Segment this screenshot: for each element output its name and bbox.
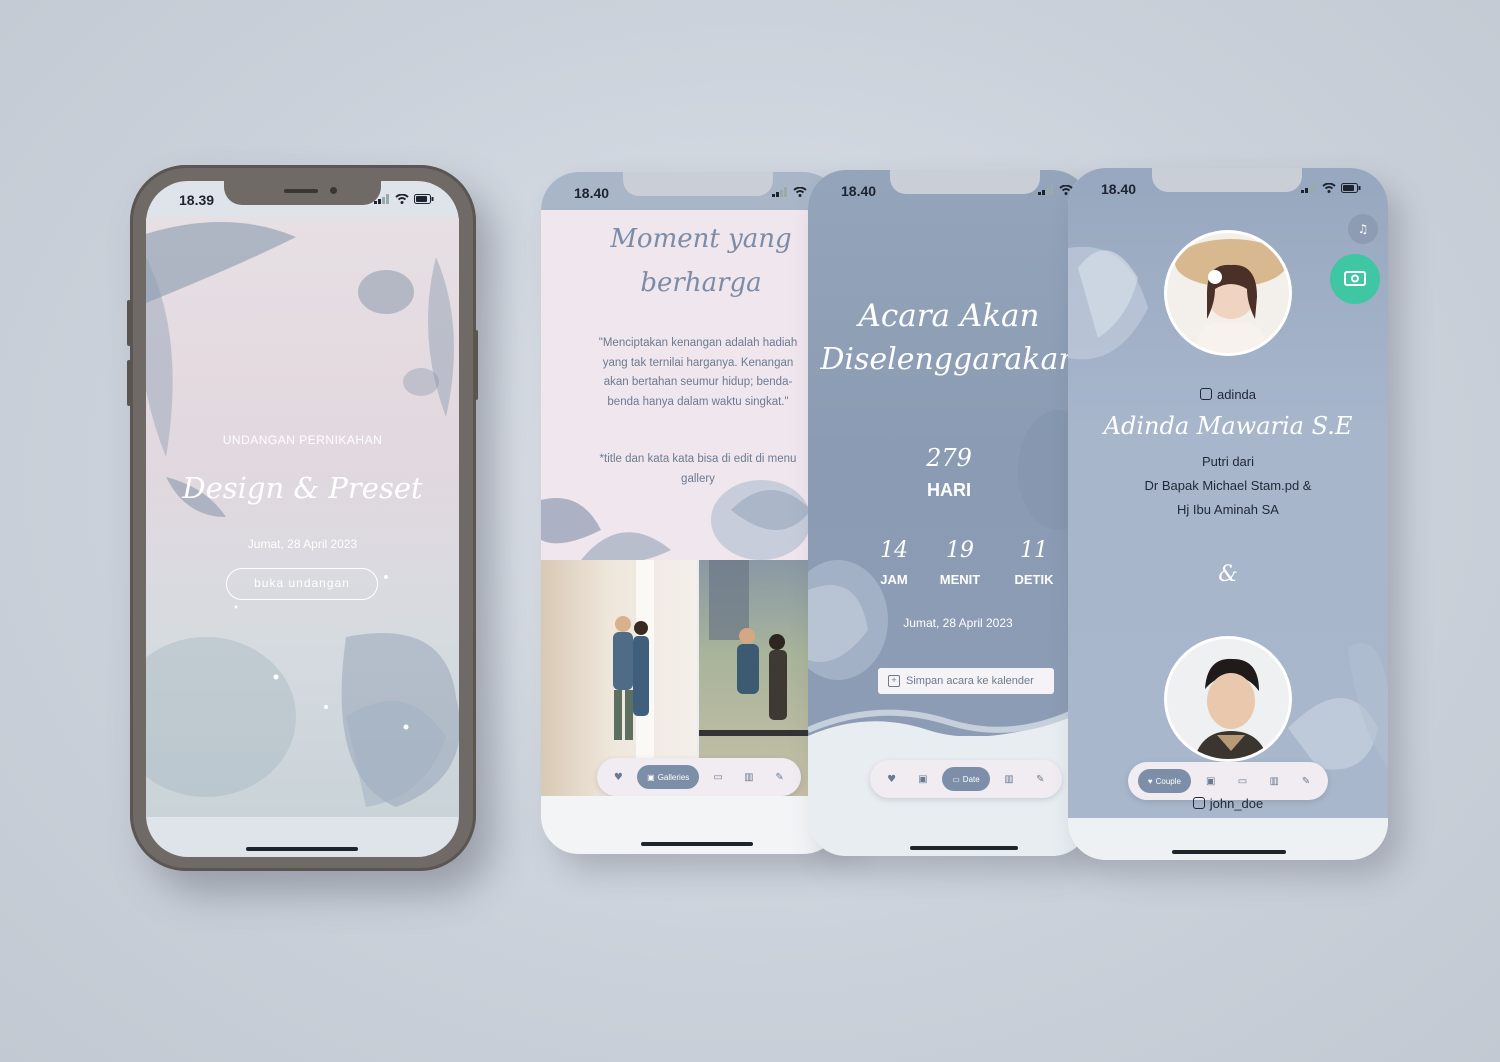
days-value: 279 [926,444,972,472]
nav-couple[interactable]: ♥ Couple [1137,769,1191,793]
calendar-add-icon: + [888,675,900,687]
nav-couple-label: Couple [1155,776,1181,786]
columns-icon[interactable]: ▥ [737,765,761,789]
event-date: Jumat, 28 April 2023 [903,616,1013,630]
groom-instagram[interactable]: john_doe [1068,796,1388,811]
bottom-navbar: ♥ Couple ▣ ▭ ▥ ✎ [1128,762,1328,800]
edit-icon[interactable]: ✎ [1294,769,1318,793]
countdown-decoration [808,410,1090,856]
status-icons [772,187,807,197]
wifi-icon [793,187,807,197]
minutes-value: 19 [946,538,974,563]
heart-icon[interactable]: ♥ [606,765,630,789]
home-indicator [910,846,1018,850]
home-indicator [641,842,753,846]
gallery-icon: ▣ [647,772,655,782]
hours-label: JAM [880,572,908,587]
bride-child-of: Putri dari [1201,454,1255,469]
open-invitation-button[interactable]: buka undangan [226,568,378,600]
gallery-icon[interactable]: ▣ [911,767,935,791]
signal-icon [772,187,787,197]
moment-title-line1: Moment yang [610,224,792,254]
groom-instagram-handle: john_doe [1209,796,1264,811]
watercolor-background [146,217,459,817]
nav-galleries[interactable]: ▣ Galleries [637,765,700,789]
music-icon[interactable]: ♫ [1348,214,1378,244]
bride-instagram[interactable]: adinda [1068,387,1388,402]
phone-2-screen: 18.40 Moment yang berharga "Menciptakan … [541,172,841,854]
bride-avatar [1164,230,1292,356]
gallery-icon[interactable]: ▣ [1199,769,1223,793]
hours-value: 14 [880,538,908,563]
bottom-navbar: ♥ ▣ Galleries ▭ ▥ ✎ [597,758,801,796]
bride-father: Dr Bapak Michael Stam.pd & [1144,478,1312,493]
bride-mother: Hj Ibu Aminah SA [1177,502,1279,517]
seconds-label: DETIK [1014,572,1054,587]
bride-instagram-handle: adinda [1216,387,1257,402]
signal-icon [374,194,389,204]
nav-date[interactable]: ▭ Date [942,767,990,791]
seconds-value: 11 [1020,538,1048,563]
bottom-navbar: ♥ ▣ ▭ Date ▥ ✎ [870,760,1062,798]
save-to-calendar-button[interactable]: + Simpan acara ke kalender [878,668,1054,694]
home-indicator [246,847,358,851]
watercolor-leaves [146,222,459,807]
instagram-icon [1192,797,1205,809]
gift-icon [1344,271,1366,286]
minutes-label: MENIT [939,572,981,587]
bride-name: Adinda Mawaria S.E [1103,412,1353,440]
quote-text: "Menciptakan kenangan adalah hadiah yang… [598,337,798,408]
invitation-label: UNDANGAN PERNIKAHAN [222,433,383,447]
phone-1-power-button [474,330,478,400]
phone-2-notch [623,172,773,196]
moment-title-line2: berharga [640,268,762,298]
heart-icon[interactable]: ♥ [880,767,904,791]
phone-3-screen: 18.40 Acara Akan Diselenggarakan 279 HAR… [808,170,1090,856]
instagram-icon [1199,388,1212,400]
gift-button[interactable] [1330,254,1380,304]
event-date: Jumat, 28 April 2023 [247,537,358,551]
status-time: 18.40 [574,185,610,201]
calendar-icon[interactable]: ▭ [1231,769,1255,793]
battery-icon [414,194,434,204]
edit-note: *title dan kata kata bisa di edit di men… [599,453,797,485]
event-title-line1: Acara Akan [858,298,1040,334]
nav-galleries-label: Galleries [657,772,690,782]
nav-date-label: Date [962,774,980,784]
home-indicator [1172,850,1286,854]
phone-1-side-button [127,300,131,346]
ampersand: & [1218,562,1238,587]
phone-1-notch [224,181,381,205]
status-icons [374,194,434,204]
groom-avatar [1164,636,1292,762]
save-to-calendar-label: Simpan acara ke kalender [906,675,1034,687]
phone-1-screen: 18.39 UNDANGAN PERNIKAHAN Design & Prese… [146,181,459,857]
calendar-icon: ▭ [952,774,960,784]
wifi-icon [395,194,409,204]
columns-icon[interactable]: ▥ [1262,769,1286,793]
days-label: HARI [927,480,971,500]
edit-icon[interactable]: ✎ [1028,767,1052,791]
phone-1-side-button-2 [127,360,131,406]
columns-icon[interactable]: ▥ [997,767,1021,791]
phone-4-screen: 18.40 ♫ adinda Adinda Mawaria S.E Putri … [1068,168,1388,860]
status-time: 18.39 [179,192,215,208]
calendar-icon[interactable]: ▭ [706,765,730,789]
couple-title: Design & Preset [182,471,423,505]
edit-icon[interactable]: ✎ [768,765,792,789]
heart-icon: ♥ [1147,776,1153,786]
event-title-line2: Diselenggarakan [820,342,1078,377]
